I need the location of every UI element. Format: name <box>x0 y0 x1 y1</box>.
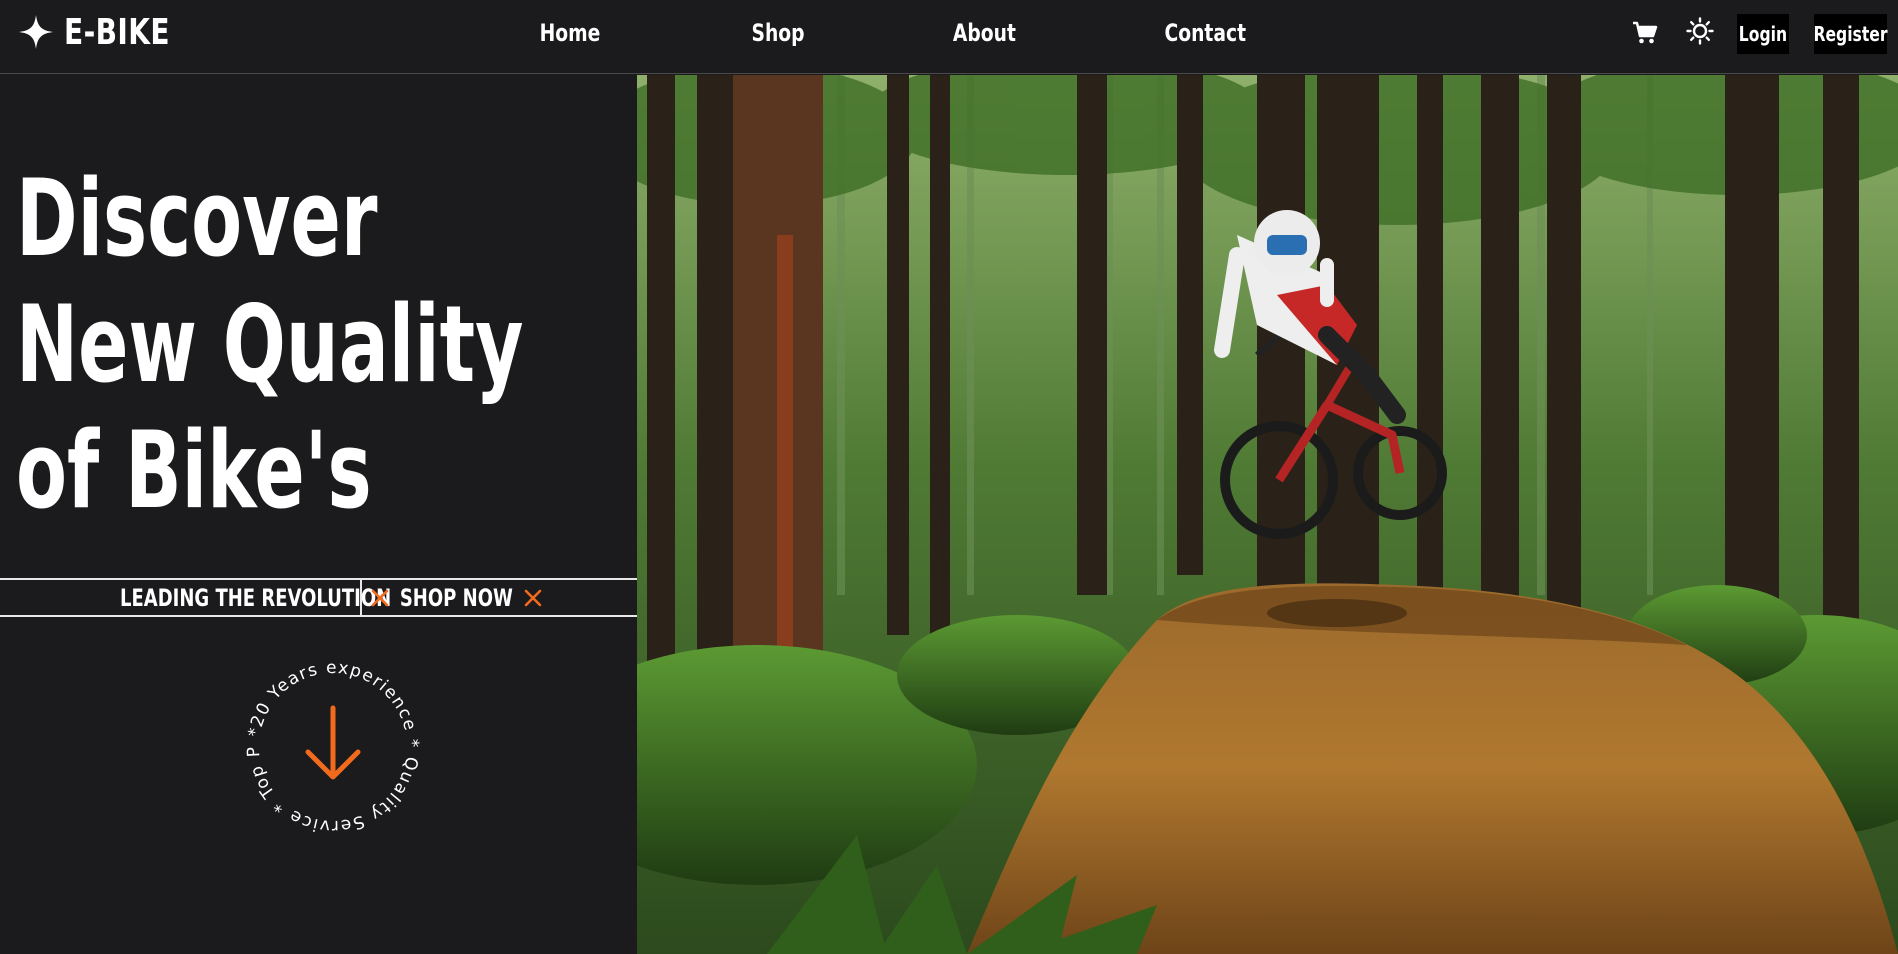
login-button[interactable]: Login <box>1737 14 1789 54</box>
register-button[interactable]: Register <box>1813 14 1888 54</box>
nav-contact-label: Contact <box>1164 19 1246 47</box>
login-label: Login <box>1738 22 1788 46</box>
sparkle-logo-icon <box>19 15 53 49</box>
site-logo[interactable]: E-BIKE <box>18 11 200 53</box>
hero-text-panel: Discover New Quality of Bike's LEADING T… <box>0 75 637 954</box>
shop-now-link[interactable]: SHOP NOW <box>370 580 543 615</box>
nav-home[interactable]: Home <box>530 16 610 50</box>
ticker-text: LEADING THE REVOLUTION <box>120 584 392 612</box>
arrow-down-icon <box>305 705 361 780</box>
headline-line-3: of Bike's <box>16 409 372 532</box>
shop-now-label: SHOP NOW <box>399 583 513 612</box>
nav-shop[interactable]: Shop <box>738 16 818 50</box>
rotating-badge: *20 Years experience * Quality Service *… <box>238 652 422 836</box>
headline-line-2: New Quality <box>16 283 524 406</box>
nav-home-label: Home <box>539 19 601 47</box>
top-navigation-bar: E-BIKE Home Shop About Contact Login Reg… <box>0 0 1898 74</box>
cart-icon <box>1633 21 1658 44</box>
x-icon <box>371 589 389 606</box>
hero-image <box>637 75 1898 954</box>
nav-contact[interactable]: Contact <box>1155 16 1255 50</box>
badge-text: *20 Years experience * Quality Service *… <box>238 652 422 836</box>
marquee-ticker: LEADING THE REVOLUTION SHOP NOW <box>0 578 637 617</box>
logo-text: E-BIKE <box>64 11 170 53</box>
nav-about-label: About <box>952 19 1016 47</box>
theme-toggle-button[interactable] <box>1685 16 1715 46</box>
x-icon <box>524 589 541 606</box>
ticker-divider <box>360 580 362 615</box>
nav-about[interactable]: About <box>944 16 1024 50</box>
nav-shop-label: Shop <box>751 19 805 47</box>
headline-line-1: Discover <box>16 157 378 280</box>
register-label: Register <box>1813 22 1888 46</box>
mountain-biker-forest-image <box>637 75 1898 954</box>
sun-icon <box>1686 17 1714 45</box>
cart-button[interactable] <box>1630 18 1660 48</box>
